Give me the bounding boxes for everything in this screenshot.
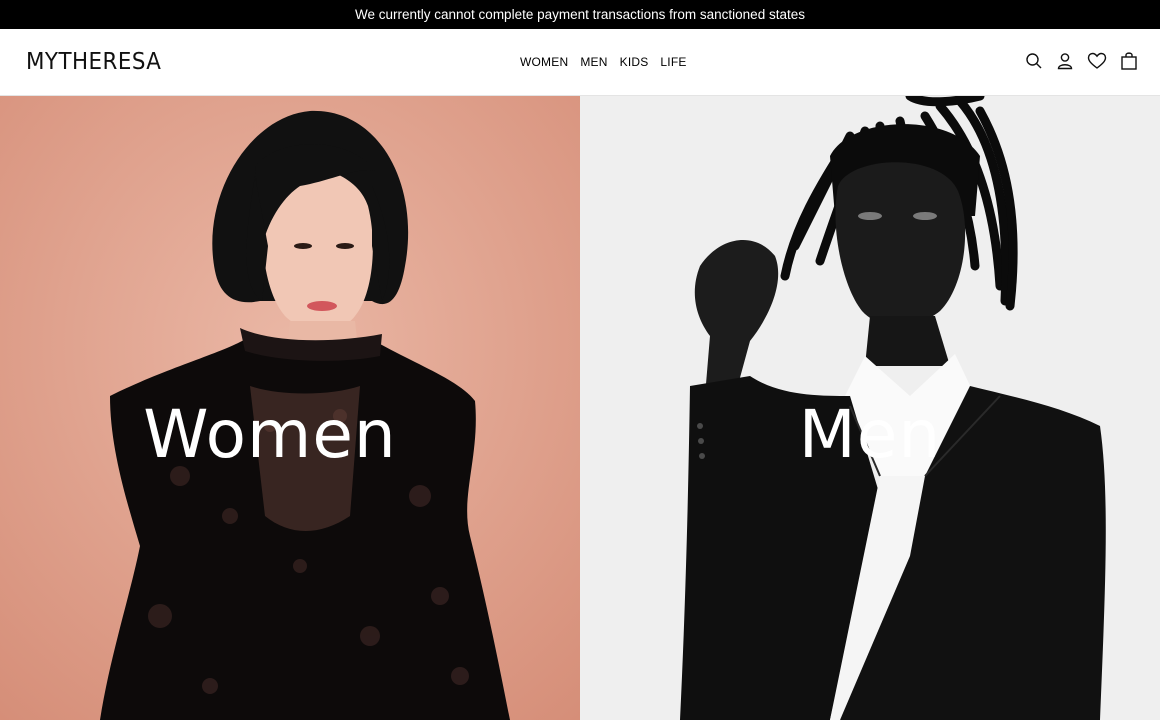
nav-item-kids[interactable]: KIDS bbox=[620, 55, 649, 69]
men-label[interactable]: Men bbox=[580, 396, 1160, 473]
shopping-bag-icon[interactable] bbox=[1120, 51, 1138, 71]
hero-men-tile[interactable]: Men bbox=[580, 96, 1160, 720]
announcement-bar: We currently cannot complete payment tra… bbox=[0, 0, 1160, 29]
announcement-text: We currently cannot complete payment tra… bbox=[355, 7, 805, 22]
account-icon[interactable] bbox=[1056, 52, 1074, 70]
brand-logo[interactable]: MYTHERESA bbox=[26, 49, 161, 75]
nav-item-life[interactable]: LIFE bbox=[660, 55, 686, 69]
main-nav: WOMEN MEN KIDS LIFE bbox=[520, 55, 687, 69]
site-header: MYTHERESA WOMEN MEN KIDS LIFE bbox=[0, 29, 1160, 96]
search-icon[interactable] bbox=[1025, 52, 1043, 70]
nav-item-women[interactable]: WOMEN bbox=[520, 55, 568, 69]
hero-women-tile[interactable]: Women bbox=[0, 96, 580, 720]
wishlist-icon[interactable] bbox=[1087, 52, 1107, 70]
women-label[interactable]: Women bbox=[0, 396, 560, 473]
header-icons bbox=[1025, 51, 1138, 71]
nav-item-men[interactable]: MEN bbox=[580, 55, 607, 69]
